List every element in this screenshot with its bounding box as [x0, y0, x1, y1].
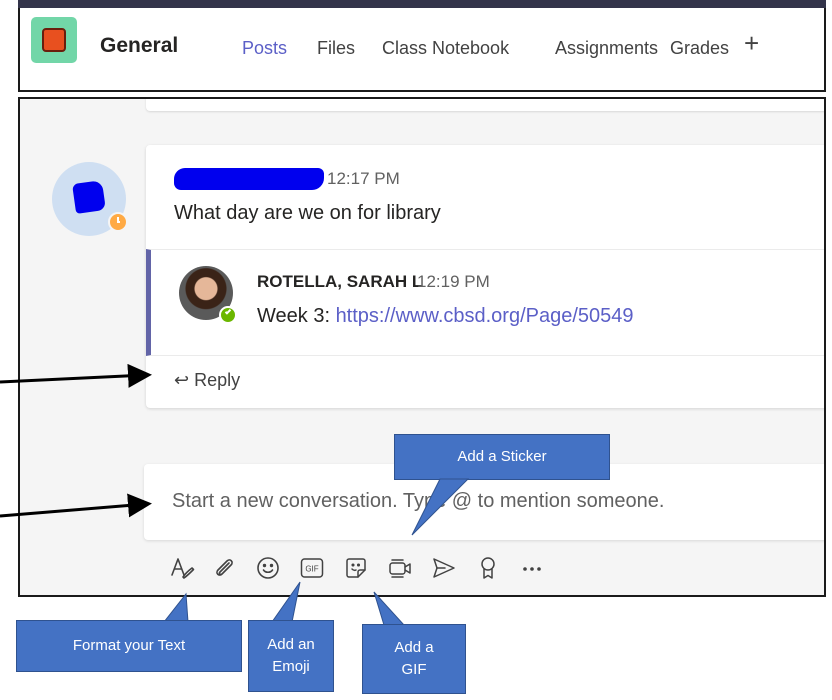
team-icon-glyph [42, 28, 66, 52]
away-status-icon [108, 212, 128, 232]
top-title-strip [18, 0, 826, 8]
post-message: What day are we on for library [174, 202, 441, 224]
emoji-callout: Add an Emoji [248, 620, 334, 692]
reply-timestamp: 12:19 PM [417, 272, 490, 291]
conversation-pane: 12:17 PM What day are we on for library … [18, 97, 826, 597]
tab-assignments[interactable]: Assignments [555, 38, 658, 59]
reply-message: Week 3: https://www.cbsd.org/Page/50549 [257, 305, 634, 328]
redacted-author-name [174, 168, 324, 190]
reply-author: ROTELLA, SARAH L [257, 272, 423, 291]
format-icon[interactable] [168, 554, 196, 582]
reply-text-prefix: Week 3: [257, 305, 336, 327]
more-icon[interactable] [518, 554, 546, 582]
reply-link[interactable]: https://www.cbsd.org/Page/50549 [336, 305, 634, 327]
tab-files[interactable]: Files [317, 38, 355, 59]
redacted-avatar [72, 180, 106, 214]
compose-input[interactable] [172, 490, 824, 513]
praise-icon[interactable] [474, 554, 502, 582]
available-status-icon [219, 306, 237, 324]
format-callout-label: Format your Text [72, 636, 186, 654]
reply-thread: ROTELLA, SARAH L 12:19 PM Week 3: https:… [146, 249, 824, 356]
team-icon[interactable] [31, 17, 77, 63]
attach-icon[interactable] [210, 554, 238, 582]
gif-callout-label-2: GIF [401, 661, 427, 678]
add-tab-button[interactable]: + [744, 30, 759, 56]
channel-name: General [100, 34, 179, 57]
reply-button[interactable]: ↩ Reply [174, 370, 240, 391]
sticker-callout-label: Add a Sticker [457, 447, 547, 465]
previous-post-card [146, 99, 824, 111]
gif-icon-label: GIF [305, 565, 318, 574]
tab-posts[interactable]: Posts [242, 38, 287, 59]
tab-class-notebook[interactable]: Class Notebook [382, 38, 509, 59]
emoji-callout-label-1: Add an [267, 635, 315, 653]
meet-now-icon[interactable] [386, 554, 414, 582]
reply-button-label: Reply [194, 370, 241, 390]
send-icon[interactable] [430, 554, 458, 582]
emoji-icon[interactable] [254, 554, 282, 582]
sticker-icon[interactable] [342, 554, 370, 582]
gif-callout-label-1: Add a [394, 638, 434, 656]
post-card: 12:17 PM What day are we on for library … [146, 145, 824, 408]
emoji-callout-label-2: Emoji [272, 658, 310, 675]
sticker-callout: Add a Sticker [394, 434, 610, 480]
reply-arrow-icon: ↩ [174, 370, 190, 390]
post-timestamp: 12:17 PM [327, 169, 400, 188]
format-callout: Format your Text [16, 620, 242, 672]
gif-callout: Add a GIF [362, 624, 466, 694]
gif-icon[interactable]: GIF [298, 554, 326, 582]
tab-grades[interactable]: Grades [670, 38, 729, 59]
